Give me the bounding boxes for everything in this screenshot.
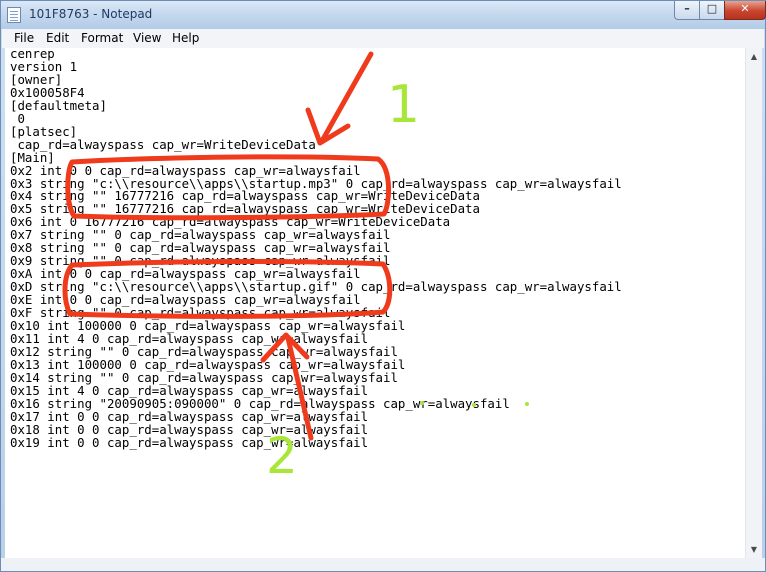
- maximize-button[interactable]: □: [699, 1, 725, 20]
- close-icon: ✕: [740, 2, 750, 15]
- scroll-up-icon[interactable]: ▲: [746, 48, 762, 65]
- notepad-icon: [7, 7, 21, 23]
- bottom-border: [1, 558, 765, 571]
- scroll-down-icon[interactable]: ▼: [746, 541, 762, 558]
- menu-edit[interactable]: Edit: [46, 31, 69, 45]
- close-button[interactable]: ✕: [724, 1, 766, 20]
- minimize-button[interactable]: –: [674, 1, 700, 20]
- text-editor[interactable]: cenrep version 1 [owner] 0x100058F4 [def…: [5, 48, 745, 558]
- text-line: cap_rd=alwayspass cap_wr=WriteDeviceData: [10, 136, 316, 152]
- menu-help[interactable]: Help: [172, 31, 199, 45]
- window-title: 101F8763 - Notepad: [29, 7, 153, 21]
- menu-bar: File Edit Format View Help: [2, 29, 764, 49]
- text-line: 0x19 int 0 0 cap_rd=alwayspass cap_wr=al…: [10, 434, 369, 450]
- editor-content[interactable]: cenrep version 1 [owner] 0x100058F4 [def…: [5, 48, 745, 450]
- menu-view[interactable]: View: [133, 31, 161, 45]
- minimize-icon: –: [684, 2, 690, 15]
- vertical-scrollbar[interactable]: ▲ ▼: [745, 48, 762, 558]
- menu-file[interactable]: File: [14, 31, 34, 45]
- title-bar[interactable]: 101F8763 - Notepad – □ ✕: [1, 1, 766, 29]
- maximize-icon: □: [706, 2, 718, 15]
- menu-format[interactable]: Format: [81, 31, 123, 45]
